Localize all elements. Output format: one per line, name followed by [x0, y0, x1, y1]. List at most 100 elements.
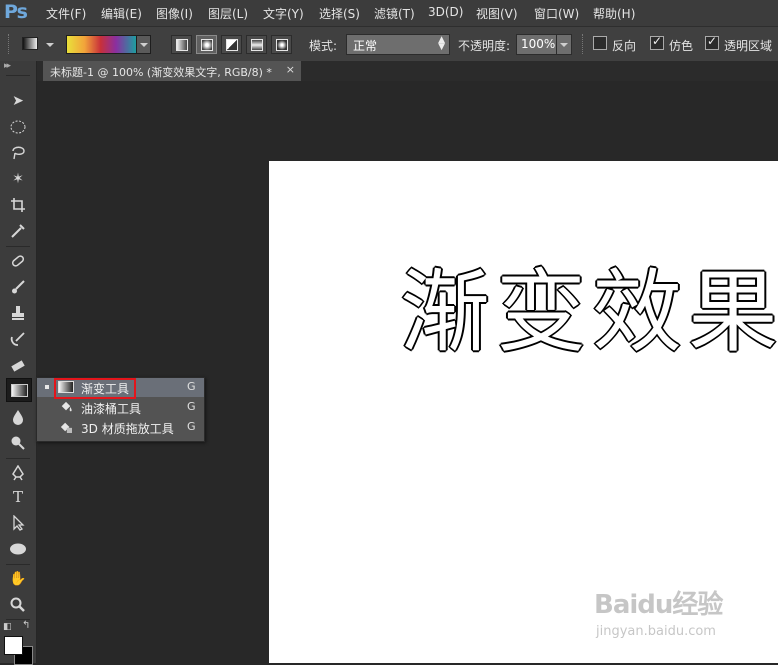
transparency-checkbox[interactable]: [705, 34, 719, 50]
gradient-preview[interactable]: [66, 35, 138, 54]
flyout-item-paint-bucket-tool[interactable]: 油漆桶工具 G: [37, 398, 204, 417]
dodge-tool-icon[interactable]: [6, 432, 30, 454]
close-icon[interactable]: ×: [286, 63, 295, 76]
gradient-tool-flyout: 渐变工具 G 油漆桶工具 G 3D 材质拖放工具 G: [36, 377, 205, 442]
default-colors-icon[interactable]: ◧: [3, 622, 12, 632]
menu-layer[interactable]: 图层(L): [208, 5, 248, 22]
reverse-label: 反向: [612, 39, 637, 53]
zoom-tool-icon[interactable]: [6, 594, 30, 616]
diamond-gradient-icon: [276, 39, 288, 51]
flyout-item-label: 3D 材质拖放工具: [81, 422, 174, 436]
menu-type[interactable]: 文字(Y): [263, 5, 304, 22]
gradient-tool-icon[interactable]: [6, 378, 32, 402]
reverse-checkbox[interactable]: [593, 36, 607, 50]
3d-material-drop-icon: [60, 422, 72, 433]
menu-3d[interactable]: 3D(D): [428, 5, 463, 19]
toolbar-grip[interactable]: [6, 75, 30, 76]
angle-gradient-icon: [226, 39, 238, 51]
current-tool-bullet: [45, 385, 49, 389]
chevron-down-icon: [46, 43, 54, 47]
marquee-tool-icon[interactable]: [6, 116, 30, 138]
menu-select[interactable]: 选择(S): [319, 5, 360, 22]
linear-gradient-icon: [176, 39, 188, 51]
radial-gradient-icon: [201, 39, 213, 51]
blur-tool-icon[interactable]: [6, 406, 30, 428]
flyout-item-label: 渐变工具: [81, 382, 130, 396]
menu-filter[interactable]: 滤镜(T): [374, 5, 415, 22]
document-tab-strip: 未标题-1 @ 100% (渐变效果文字, RGB/8) * ×: [37, 61, 778, 81]
eraser-tool-icon[interactable]: [6, 354, 30, 376]
chevron-down-icon: [140, 43, 148, 47]
opacity-slider-button[interactable]: [556, 34, 572, 55]
chevron-down-icon: [560, 43, 568, 47]
flyout-item-label: 油漆桶工具: [81, 402, 142, 416]
menu-bar: Ps 文件(F) 编辑(E) 图像(I) 图层(L) 文字(Y) 选择(S) 滤…: [0, 0, 778, 26]
brush-tool-icon[interactable]: [6, 276, 30, 298]
canvas-text-layer: 渐变效果: [400, 260, 778, 365]
transparency-label: 透明区域: [724, 39, 773, 53]
gradient-tool-preset-icon: [22, 37, 38, 50]
toolbar-separator: [6, 458, 30, 459]
healing-brush-tool-icon[interactable]: [6, 250, 30, 272]
magic-wand-tool-icon[interactable]: ✶: [6, 168, 30, 190]
crop-tool-icon[interactable]: [6, 194, 30, 216]
reflected-gradient-icon: [251, 39, 263, 51]
watermark-url: jingyan.baidu.com: [596, 624, 716, 639]
menu-file[interactable]: 文件(F): [46, 5, 86, 22]
ellipse-tool-icon[interactable]: [6, 538, 30, 560]
document-tab-title: 未标题-1 @ 100% (渐变效果文字, RGB/8) *: [50, 66, 272, 79]
opacity-value: 100%: [521, 37, 556, 51]
move-tool-icon[interactable]: ➤: [6, 90, 30, 112]
toolbar-separator: [6, 246, 30, 247]
flyout-item-gradient-tool[interactable]: 渐变工具 G: [37, 378, 204, 399]
dither-checkbox[interactable]: [650, 34, 664, 50]
diamond-gradient-button[interactable]: [271, 35, 292, 54]
foreground-color-swatch[interactable]: [4, 636, 23, 655]
angle-gradient-button[interactable]: [221, 35, 242, 54]
up-down-arrows-icon: ▲ ▼: [438, 35, 445, 52]
flyout-item-3d-material-drop-tool[interactable]: 3D 材质拖放工具 G: [37, 418, 204, 437]
gradient-icon: [58, 381, 74, 393]
mode-label: 模式:: [309, 39, 338, 53]
menu-edit[interactable]: 编辑(E): [101, 5, 142, 22]
menu-help[interactable]: 帮助(H): [593, 5, 635, 22]
options-bar: 模式: 正常 ▲▼ 不透明度: 100% 反向 仿色 透明区域: [0, 26, 778, 61]
photoshop-logo: Ps: [4, 1, 28, 23]
type-tool-icon[interactable]: T: [6, 486, 30, 508]
gradient-dropdown-button[interactable]: [136, 35, 151, 54]
lasso-tool-icon[interactable]: [6, 142, 30, 164]
linear-gradient-button[interactable]: [171, 35, 192, 54]
menu-image[interactable]: 图像(I): [156, 5, 193, 22]
path-selection-tool-icon[interactable]: [6, 512, 30, 534]
document-tab[interactable]: 未标题-1 @ 100% (渐变效果文字, RGB/8) * ×: [43, 61, 301, 81]
opacity-label: 不透明度:: [458, 39, 511, 53]
watermark-logo: Baidu经验: [594, 590, 723, 620]
reflected-gradient-button[interactable]: [246, 35, 267, 54]
baidu-jingyan-watermark: Baidu经验 jingyan.baidu.com: [594, 584, 723, 639]
gradient-tool-glyph: [11, 384, 28, 397]
radial-gradient-button[interactable]: [196, 35, 217, 54]
hand-tool-icon[interactable]: ✋: [6, 568, 30, 590]
toolbar-separator: [6, 564, 30, 565]
options-bar-grip[interactable]: [8, 34, 12, 54]
collapse-arrows-icon[interactable]: ▸▸: [4, 61, 11, 71]
opacity-input[interactable]: 100%: [516, 34, 558, 55]
menu-view[interactable]: 视图(V): [476, 5, 518, 22]
options-separator: [582, 34, 586, 54]
pen-tool-icon[interactable]: [6, 462, 30, 484]
swap-colors-icon[interactable]: ↰: [22, 620, 30, 631]
clone-stamp-tool-icon[interactable]: [6, 302, 30, 324]
tools-panel: ▸▸ ➤ ✶ T ✋: [0, 61, 37, 663]
flyout-item-shortcut: G: [187, 420, 196, 433]
flyout-item-shortcut: G: [187, 400, 196, 413]
menu-window[interactable]: 窗口(W): [534, 5, 579, 22]
document-canvas[interactable]: 渐变效果 Baidu经验 jingyan.baidu.com: [269, 161, 778, 663]
eyedropper-tool-icon[interactable]: [6, 220, 30, 242]
mode-value: 正常: [353, 39, 378, 53]
paint-bucket-icon: [61, 401, 72, 412]
flyout-item-shortcut: G: [187, 380, 196, 393]
mode-select[interactable]: 正常 ▲ ▼: [346, 34, 450, 55]
tool-preset-picker[interactable]: [20, 34, 54, 52]
dither-label: 仿色: [669, 39, 694, 53]
history-brush-tool-icon[interactable]: [6, 328, 30, 350]
